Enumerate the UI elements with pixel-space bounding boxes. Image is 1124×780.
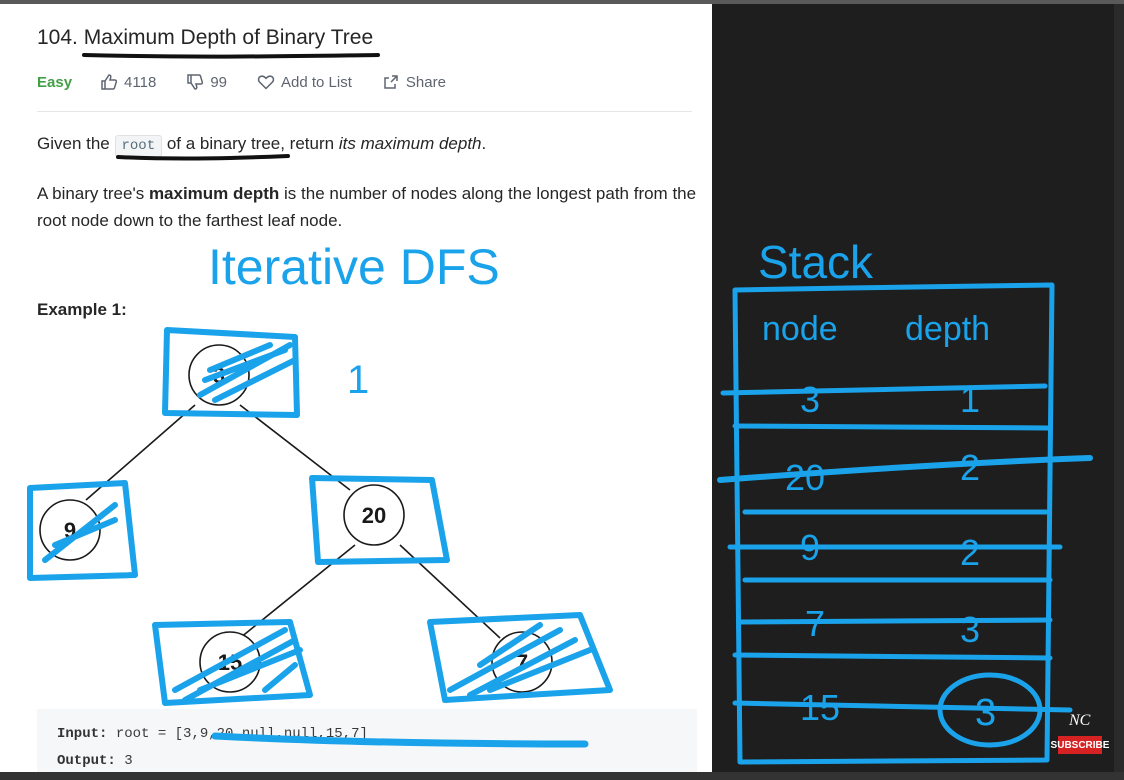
window-bottom-bar	[0, 772, 1124, 780]
ink-strokes	[27, 53, 1093, 765]
iterative-dfs-heading: Iterative DFS	[208, 239, 500, 295]
stack-column-depth: depth	[905, 310, 990, 348]
stack-row-4-depth: 3	[960, 609, 980, 650]
stack-column-node: node	[762, 310, 838, 348]
channel-logo: NC	[1069, 712, 1091, 729]
stack-row-1-node: 3	[800, 379, 820, 420]
stack-row-5-node: 15	[800, 687, 840, 728]
tree-node-20: 20	[343, 484, 405, 546]
stack-row-1-depth: 1	[960, 379, 980, 420]
subscribe-button[interactable]: SUBSCRIBE	[1051, 736, 1109, 754]
ink-text: Iterative DFS 1 Stack node depth 3 1 20 …	[208, 236, 996, 734]
stack-row-5-depth: 3	[975, 692, 996, 734]
stack-row-4-node: 7	[805, 603, 825, 644]
stack-row-3-depth: 2	[960, 532, 980, 573]
stack-title: Stack	[758, 236, 874, 288]
stack-row-2-depth: 2	[960, 447, 980, 488]
drawing-overlay: 3 9 20 15 7 Iterative DFS 1 Stack node d…	[27, 53, 1093, 765]
stack-row-2-node: 20	[785, 457, 825, 498]
svg-text:20: 20	[362, 503, 386, 528]
window-right-edge	[1114, 4, 1124, 772]
stack-row-3-node: 9	[800, 527, 820, 568]
root-depth-label: 1	[347, 358, 369, 402]
